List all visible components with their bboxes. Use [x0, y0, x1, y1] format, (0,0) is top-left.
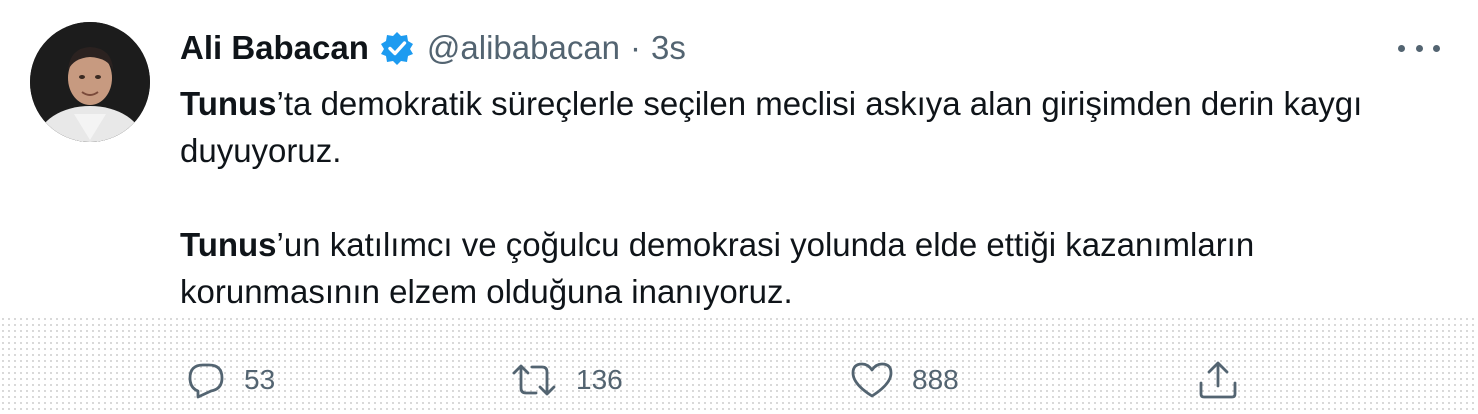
more-dot	[1433, 44, 1440, 52]
more-options-icon[interactable]	[1398, 36, 1440, 60]
reply-count: 53	[244, 364, 276, 395]
more-dot	[1415, 44, 1423, 52]
share-button[interactable]	[1196, 356, 1240, 404]
tweet-paragraph-text: ’un katılımcı ve çoğulcu demokrasi yolun…	[180, 226, 1255, 310]
tweet-timestamp[interactable]: 3s	[651, 29, 686, 67]
share-icon	[1196, 358, 1240, 402]
retweet-icon	[510, 360, 558, 400]
avatar[interactable]	[30, 22, 150, 142]
verified-badge-icon	[379, 30, 415, 66]
tweet-paragraph: Tunus’un katılımcı ve çoğulcu demokrasi …	[180, 221, 1440, 315]
like-count: 888	[912, 364, 959, 395]
tweet-bold-word: Tunus	[180, 226, 277, 263]
like-button[interactable]: 888	[850, 356, 959, 404]
retweet-count: 136	[576, 364, 623, 395]
more-dot	[1398, 44, 1405, 52]
reply-icon	[186, 360, 226, 400]
author-name[interactable]: Ali Babacan	[180, 29, 369, 67]
avatar-photo	[30, 22, 150, 142]
tweet-text: Tunus’ta demokratik süreçlerle seçilen m…	[180, 80, 1440, 315]
heart-icon	[850, 360, 894, 400]
reply-button[interactable]: 53	[186, 356, 275, 404]
tweet-paragraph-text: ’ta demokratik süreçlerle seçilen meclis…	[180, 85, 1363, 169]
retweet-button[interactable]: 136	[510, 356, 623, 404]
tweet-bold-word: Tunus	[180, 85, 277, 122]
tweet-header: Ali Babacan @alibabacan · 3s	[180, 24, 686, 72]
header-separator: ·	[630, 29, 642, 66]
tweet-actions-bar: 53 136 888	[180, 356, 1260, 404]
author-handle[interactable]: @alibabacan	[427, 29, 620, 67]
tweet-paragraph: Tunus’ta demokratik süreçlerle seçilen m…	[180, 80, 1440, 174]
